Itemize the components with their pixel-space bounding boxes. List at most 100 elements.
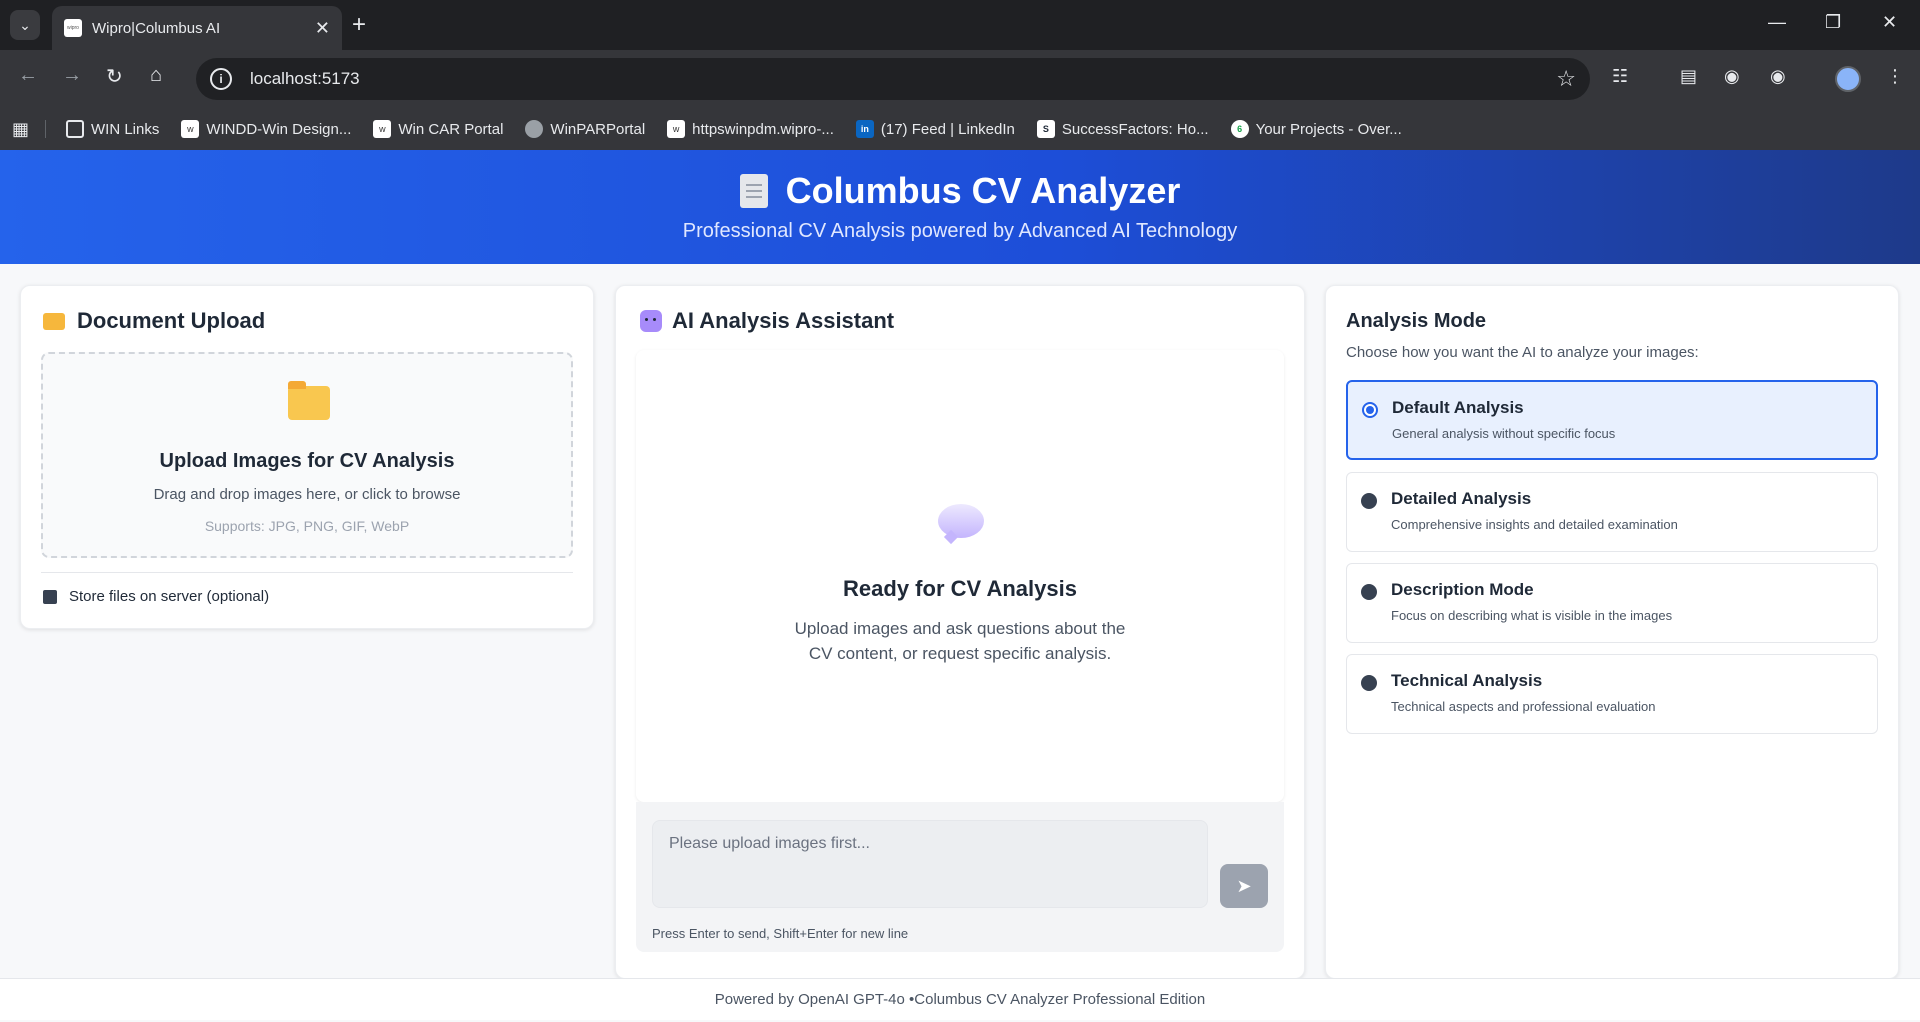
- bookmark-label: WinPARPortal: [550, 120, 646, 138]
- browser-toolbar: ← → ↻ ⌂ i localhost:5173 ☆ ☷ ▤ ◉ ◉ ⋮: [0, 50, 1920, 108]
- bookmarks-bar: ▦ WIN Links w WINDD-Win Design... w Win …: [0, 108, 1920, 150]
- dropzone-hint: Supports: JPG, PNG, GIF, WebP: [204, 518, 410, 534]
- bookmark-item[interactable]: w WINDD-Win Design...: [181, 120, 351, 138]
- mode-option-description: Technical aspects and professional evalu…: [1391, 699, 1656, 714]
- ready-line: Upload images and ask questions about th…: [794, 619, 1126, 638]
- globe-icon: [525, 120, 544, 138]
- mode-subtitle: Choose how you want the AI to analyze yo…: [1346, 344, 1699, 361]
- document-icon: [739, 174, 768, 208]
- bookmark-item[interactable]: in (17) Feed | LinkedIn: [855, 120, 1015, 138]
- send-icon: ➤: [1236, 875, 1252, 896]
- linkedin-icon: in: [855, 120, 874, 138]
- mode-option-description: General analysis without specific focus: [1392, 426, 1616, 441]
- forward-icon[interactable]: →: [62, 64, 82, 87]
- folder-icon: [43, 312, 65, 330]
- back-icon[interactable]: ←: [18, 64, 38, 87]
- assistant-panel-title: AI Analysis Assistant: [640, 308, 894, 334]
- app-header: Columbus CV Analyzer Professional CV Ana…: [0, 150, 1920, 264]
- bookmarks-divider: [45, 120, 47, 138]
- browser-tab-bar: ⌄ wipro Wipro|Columbus AI ✕ + — ❐ ✕: [0, 0, 1920, 50]
- radio-selected[interactable]: [1362, 402, 1378, 418]
- dropzone-subtitle: Drag and drop images here, or click to b…: [153, 486, 461, 503]
- bookmark-item[interactable]: 6 Your Projects - Over...: [1230, 120, 1402, 138]
- chat-messages-area: Ready for CV Analysis Upload images and …: [636, 350, 1284, 802]
- app-footer: Powered by OpenAI GPT-4o •Columbus CV An…: [0, 978, 1920, 1020]
- tab-search-icon[interactable]: ⌄: [10, 10, 40, 40]
- extensions-icon[interactable]: ☷: [1612, 66, 1628, 87]
- store-files-checkbox[interactable]: [43, 589, 57, 604]
- ai-assistant-panel: AI Analysis Assistant Ready for CV Analy…: [615, 285, 1305, 979]
- app-root: Columbus CV Analyzer Professional CV Ana…: [0, 150, 1920, 1022]
- mode-option-description: Focus on describing what is visible in t…: [1391, 608, 1673, 623]
- bookmark-label: Win CAR Portal: [398, 120, 504, 138]
- site-info-icon[interactable]: i: [210, 68, 232, 90]
- speech-bubble-icon: [938, 504, 984, 538]
- reload-icon[interactable]: ↻: [106, 64, 123, 89]
- restore-icon[interactable]: ❐: [1825, 12, 1841, 33]
- radio-unselected[interactable]: [1361, 584, 1377, 600]
- bookmark-item[interactable]: S SuccessFactors: Ho...: [1036, 120, 1209, 138]
- ready-line: CV content, or request specific analysis…: [808, 644, 1112, 663]
- portal-icon: w: [373, 120, 392, 138]
- radio-unselected[interactable]: [1361, 493, 1377, 509]
- dropzone-title: Upload Images for CV Analysis: [159, 450, 455, 472]
- close-tab-icon[interactable]: ✕: [315, 18, 330, 39]
- wipro-icon: w: [667, 120, 686, 138]
- chat-input[interactable]: [652, 820, 1208, 908]
- store-files-label: Store files on server (optional): [69, 588, 270, 605]
- store-files-option[interactable]: Store files on server (optional): [43, 588, 269, 605]
- mode-option-detailed[interactable]: Detailed Analysis Comprehensive insights…: [1346, 472, 1878, 552]
- screenshot-icon[interactable]: ◉: [1724, 66, 1740, 87]
- analysis-mode-panel: Analysis Mode Choose how you want the AI…: [1325, 285, 1899, 979]
- radio-unselected[interactable]: [1361, 675, 1377, 691]
- bookmark-item[interactable]: w httpswinpdm.wipro-...: [667, 120, 834, 138]
- ready-description: Upload images and ask questions about th…: [636, 616, 1284, 666]
- mode-option-technical[interactable]: Technical Analysis Technical aspects and…: [1346, 654, 1878, 734]
- chat-input-area: ➤ Press Enter to send, Shift+Enter for n…: [636, 802, 1284, 952]
- bookmark-label: SuccessFactors: Ho...: [1061, 120, 1209, 138]
- home-icon[interactable]: ⌂: [150, 64, 162, 87]
- mode-option-name: Technical Analysis: [1391, 671, 1543, 690]
- send-button[interactable]: ➤: [1220, 864, 1268, 908]
- chat-hint: Press Enter to send, Shift+Enter for new…: [652, 926, 909, 941]
- profile-avatar[interactable]: [1835, 66, 1861, 92]
- apps-grid-icon[interactable]: ▦: [12, 119, 29, 140]
- close-window-icon[interactable]: ✕: [1882, 12, 1897, 33]
- tab-title: Wipro|Columbus AI: [92, 19, 221, 37]
- wipro-favicon-icon: wipro: [64, 19, 82, 37]
- minimize-icon[interactable]: —: [1768, 12, 1786, 33]
- successfactors-icon: S: [1036, 120, 1055, 138]
- ready-title: Ready for CV Analysis: [843, 576, 1077, 601]
- folder-icon: [66, 120, 85, 138]
- mode-title: Analysis Mode: [1346, 310, 1487, 332]
- new-tab-icon[interactable]: +: [352, 12, 366, 38]
- bookmark-item[interactable]: WinPARPortal: [525, 120, 645, 138]
- bookmark-label: Your Projects - Over...: [1255, 120, 1402, 138]
- address-bar[interactable]: i localhost:5173 ☆: [196, 58, 1590, 100]
- robot-icon: [640, 310, 662, 332]
- folder-icon: [288, 381, 330, 420]
- page-title: Columbus CV Analyzer: [0, 170, 1920, 212]
- assistant-title-text: AI Analysis Assistant: [672, 308, 895, 333]
- location-icon[interactable]: ◉: [1770, 66, 1786, 87]
- bookmark-star-icon[interactable]: ☆: [1556, 66, 1576, 92]
- bookmark-item[interactable]: WIN Links: [66, 120, 159, 138]
- menu-icon[interactable]: ⋮: [1886, 66, 1904, 87]
- browser-tab[interactable]: wipro Wipro|Columbus AI ✕: [52, 6, 342, 50]
- mode-option-name: Default Analysis: [1392, 398, 1524, 417]
- bookmark-item[interactable]: w Win CAR Portal: [373, 120, 503, 138]
- url-text[interactable]: localhost:5173: [250, 69, 1556, 89]
- mode-option-description[interactable]: Description Mode Focus on describing wha…: [1346, 563, 1878, 643]
- divider: [41, 572, 573, 573]
- mode-option-name: Detailed Analysis: [1391, 489, 1532, 508]
- bookmark-label: WIN Links: [91, 120, 160, 138]
- mode-option-name: Description Mode: [1391, 580, 1534, 599]
- upload-title-text: Document Upload: [77, 308, 266, 333]
- mode-option-default[interactable]: Default Analysis General analysis withou…: [1346, 380, 1878, 460]
- reading-list-icon[interactable]: ▤: [1680, 66, 1697, 87]
- upload-dropzone[interactable]: Upload Images for CV Analysis Drag and d…: [41, 352, 573, 558]
- document-upload-panel: Document Upload Upload Images for CV Ana…: [20, 285, 594, 629]
- page-subtitle: Professional CV Analysis powered by Adva…: [682, 220, 1238, 242]
- bookmark-label: (17) Feed | LinkedIn: [880, 120, 1015, 138]
- mode-option-description: Comprehensive insights and detailed exam…: [1391, 517, 1678, 532]
